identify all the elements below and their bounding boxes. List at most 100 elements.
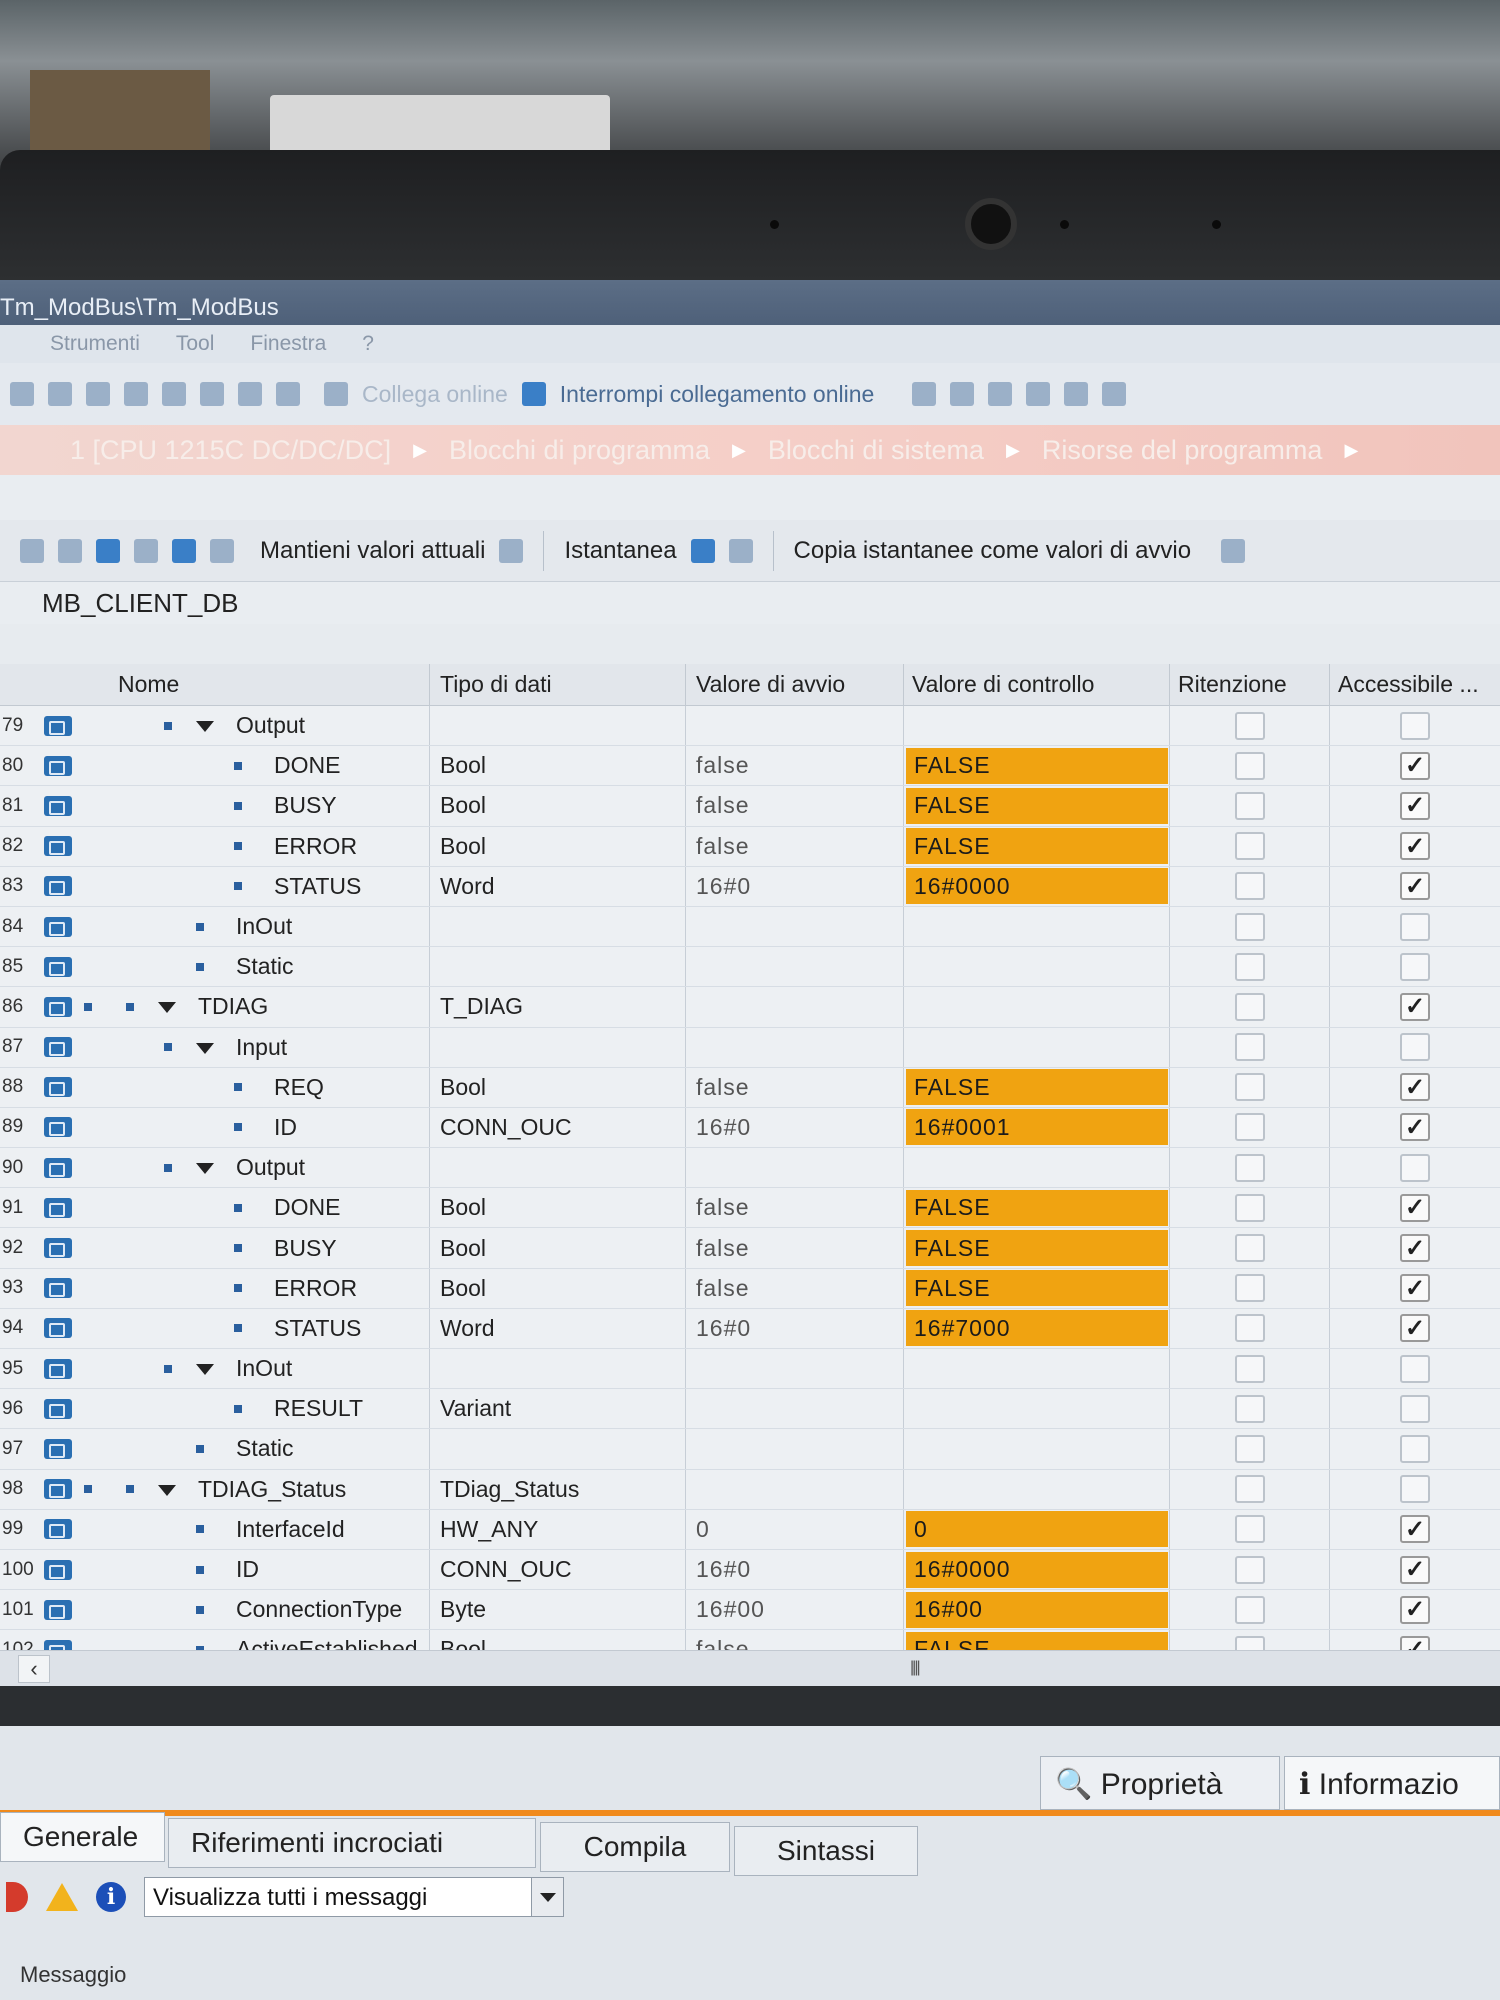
table-row[interactable]: 99 InterfaceId HW_ANY 0 0 ✓: [0, 1509, 1500, 1550]
start-value-cell[interactable]: [686, 1148, 904, 1188]
table-row[interactable]: 81 BUSY Bool false FALSE ✓: [0, 786, 1500, 827]
snapshot-button[interactable]: Istantanea: [564, 537, 676, 565]
expand-triangle-icon[interactable]: [158, 1484, 176, 1496]
start-value-cell[interactable]: 0: [686, 1509, 904, 1549]
expand-triangle-icon[interactable]: [196, 1163, 214, 1175]
data-type-cell[interactable]: [430, 1027, 686, 1067]
tab-syntax[interactable]: Sintassi: [734, 1826, 918, 1876]
cross-reference-icon[interactable]: [1026, 382, 1051, 406]
copy-snapshot-icon[interactable]: [728, 538, 753, 563]
data-type-cell[interactable]: Variant: [430, 1389, 686, 1429]
name-cell[interactable]: ID: [78, 1549, 430, 1590]
accessible-checkbox[interactable]: ✓: [1400, 1193, 1430, 1222]
horizontal-scrollbar[interactable]: ‹ ||||: [0, 1650, 1500, 1686]
name-cell[interactable]: TDIAG_Status: [78, 1469, 430, 1509]
retain-checkbox[interactable]: [1234, 912, 1265, 941]
data-type-cell[interactable]: TDiag_Status: [430, 1469, 686, 1509]
retain-checkbox[interactable]: [1234, 1234, 1265, 1263]
name-cell[interactable]: Input: [78, 1027, 430, 1067]
header-monitor-value[interactable]: Valore di controllo: [904, 664, 1170, 705]
accessible-checkbox[interactable]: [1400, 1475, 1430, 1504]
go-online-button[interactable]: Collega online: [362, 381, 508, 408]
start-value-cell[interactable]: 16#0: [686, 1549, 904, 1590]
breadcrumb-system-blocks[interactable]: Blocchi di sistema: [768, 435, 984, 466]
data-type-cell[interactable]: HW_ANY: [430, 1509, 686, 1549]
name-cell[interactable]: STATUS: [78, 866, 430, 906]
table-row[interactable]: 82 ERROR Bool false FALSE ✓: [0, 826, 1500, 867]
data-type-cell[interactable]: Bool: [430, 746, 686, 786]
table-row[interactable]: 89 ID CONN_OUC 16#0 16#0001 ✓: [0, 1107, 1500, 1149]
accessible-devices-icon[interactable]: [912, 382, 937, 406]
accessible-checkbox[interactable]: [1400, 1394, 1430, 1423]
simulation-icon[interactable]: [238, 382, 262, 406]
tab-general[interactable]: Generale: [0, 1812, 165, 1862]
retain-checkbox[interactable]: [1234, 992, 1265, 1021]
data-type-cell[interactable]: CONN_OUC: [430, 1107, 686, 1148]
start-value-cell[interactable]: [686, 987, 904, 1027]
breadcrumb-program-resources[interactable]: Risorse del programma: [1042, 435, 1323, 466]
name-cell[interactable]: REQ: [78, 1067, 430, 1107]
table-row[interactable]: 98 TDIAG_Status TDiag_Status: [0, 1469, 1500, 1510]
start-value-cell[interactable]: 16#0: [686, 866, 904, 906]
accessible-checkbox[interactable]: ✓: [1400, 1595, 1430, 1624]
name-cell[interactable]: Output: [78, 1148, 430, 1188]
breadcrumb-cpu[interactable]: 1 [CPU 1215C DC/DC/DC]: [70, 435, 391, 466]
header-retain[interactable]: Ritenzione: [1170, 664, 1330, 705]
start-value-cell[interactable]: false: [686, 1188, 904, 1228]
simulation-start-icon[interactable]: [276, 382, 300, 406]
split-vertical-icon[interactable]: [1102, 382, 1127, 406]
start-value-cell[interactable]: false: [686, 786, 904, 826]
header-accessible[interactable]: Accessibile ...: [1330, 664, 1500, 705]
start-value-cell[interactable]: [686, 1389, 904, 1429]
retain-checkbox[interactable]: [1234, 1274, 1265, 1303]
accessible-checkbox[interactable]: [1400, 952, 1430, 981]
retain-checkbox[interactable]: [1234, 1193, 1265, 1222]
data-type-cell[interactable]: [430, 1148, 686, 1188]
start-cpu-icon[interactable]: [950, 382, 975, 406]
accessible-checkbox[interactable]: ✓: [1400, 1073, 1430, 1102]
header-name[interactable]: Nome: [78, 664, 430, 705]
table-row[interactable]: 79 Output: [0, 706, 1500, 747]
accessible-checkbox[interactable]: ✓: [1400, 1274, 1430, 1303]
start-value-cell[interactable]: [686, 1469, 904, 1509]
start-value-cell[interactable]: false: [686, 1067, 904, 1107]
data-type-cell[interactable]: Bool: [430, 826, 686, 866]
tab-cross-references[interactable]: Riferimenti incrociati: [168, 1818, 536, 1868]
name-cell[interactable]: BUSY: [78, 1228, 430, 1268]
compile-icon[interactable]: [124, 382, 148, 406]
name-cell[interactable]: RESULT: [78, 1389, 430, 1429]
data-type-cell[interactable]: Bool: [430, 786, 686, 826]
menu-item-tool[interactable]: Tool: [176, 332, 215, 356]
reset-start-values-icon[interactable]: [1221, 538, 1246, 563]
name-cell[interactable]: TDIAG: [78, 987, 430, 1027]
accessible-checkbox[interactable]: ✓: [1400, 992, 1430, 1021]
start-value-cell[interactable]: 16#0: [686, 1308, 904, 1348]
table-row[interactable]: 80 DONE Bool false FALSE ✓: [0, 746, 1500, 787]
delete-icon[interactable]: [86, 382, 110, 406]
info-filter-icon[interactable]: i: [96, 1882, 126, 1912]
stop-cpu-icon[interactable]: [988, 382, 1013, 406]
data-type-cell[interactable]: Word: [430, 1308, 686, 1348]
accessible-checkbox[interactable]: ✓: [1400, 1234, 1430, 1263]
undo-icon[interactable]: [10, 382, 34, 406]
data-type-cell[interactable]: T_DIAG: [430, 987, 686, 1027]
start-value-cell[interactable]: false: [686, 1228, 904, 1268]
table-row[interactable]: 86 TDIAG T_DIAG ✓: [0, 987, 1500, 1028]
retain-checkbox[interactable]: [1234, 711, 1265, 740]
tab-info[interactable]: ℹ Informazio: [1284, 1756, 1500, 1810]
accessible-checkbox[interactable]: ✓: [1400, 1314, 1430, 1343]
expand-all-icon[interactable]: [96, 538, 120, 563]
data-type-cell[interactable]: [430, 1349, 686, 1389]
name-cell[interactable]: Static: [78, 947, 430, 987]
data-type-cell[interactable]: CONN_OUC: [430, 1549, 686, 1590]
upload-icon[interactable]: [200, 382, 224, 406]
table-row[interactable]: 88 REQ Bool false FALSE ✓: [0, 1067, 1500, 1108]
accessible-checkbox[interactable]: ✓: [1400, 751, 1430, 780]
data-type-cell[interactable]: [430, 947, 686, 987]
start-value-cell[interactable]: [686, 906, 904, 947]
accessible-checkbox[interactable]: ✓: [1400, 1555, 1430, 1584]
message-filter-select[interactable]: Visualizza tutti i messaggi: [144, 1877, 564, 1917]
accessible-checkbox[interactable]: ✓: [1400, 832, 1430, 861]
retain-checkbox[interactable]: [1234, 1033, 1265, 1062]
monitor-glasses-icon[interactable]: [210, 538, 234, 563]
